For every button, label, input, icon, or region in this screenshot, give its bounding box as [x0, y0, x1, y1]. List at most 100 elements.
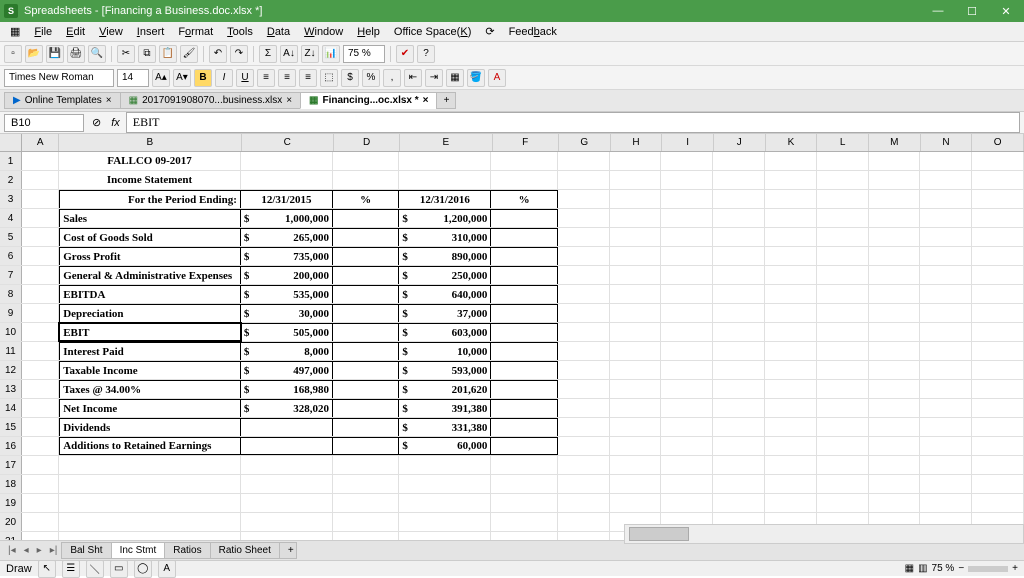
col-header-N[interactable]: N [921, 134, 973, 151]
cell[interactable] [22, 456, 59, 474]
cell[interactable] [22, 304, 59, 322]
cell[interactable] [972, 380, 1024, 398]
font-color-icon[interactable]: A [488, 69, 506, 87]
undo-icon[interactable]: ↶ [209, 45, 227, 63]
app-menu-icon[interactable]: ▦ [4, 23, 26, 40]
cell[interactable] [765, 342, 817, 360]
cell[interactable] [713, 266, 765, 284]
cell[interactable] [22, 247, 59, 265]
cell[interactable] [22, 513, 59, 531]
cell[interactable] [558, 380, 610, 398]
menu-insert[interactable]: Insert [131, 24, 171, 40]
cell[interactable] [765, 152, 817, 170]
scrollbar-thumb[interactable] [629, 527, 689, 541]
cell[interactable]: EBITDA [59, 285, 241, 303]
cell[interactable] [869, 342, 921, 360]
cell[interactable] [817, 380, 869, 398]
cell[interactable]: $497,000 [241, 361, 333, 379]
cell[interactable] [610, 152, 662, 170]
maximize-button[interactable]: ☐ [958, 2, 986, 20]
cell[interactable] [972, 437, 1024, 455]
cell[interactable] [765, 494, 817, 512]
view-normal-icon[interactable]: ▦ [905, 563, 914, 574]
cell[interactable] [558, 285, 610, 303]
cell[interactable] [333, 494, 399, 512]
cell[interactable] [817, 342, 869, 360]
prev-sheet-icon[interactable]: ◂ [20, 545, 33, 556]
cell[interactable] [765, 228, 817, 246]
cell[interactable] [713, 437, 765, 455]
draw-oval-icon[interactable]: ◯ [134, 560, 152, 578]
cell[interactable] [869, 361, 921, 379]
cell[interactable] [22, 190, 59, 208]
cell[interactable] [22, 152, 59, 170]
cell[interactable] [661, 399, 713, 417]
row-header[interactable]: 10 [0, 323, 22, 341]
cell[interactable] [610, 323, 662, 341]
cell[interactable] [817, 228, 869, 246]
cell[interactable] [817, 475, 869, 493]
cell[interactable] [869, 380, 921, 398]
cell[interactable] [558, 323, 610, 341]
cell[interactable] [22, 228, 59, 246]
cell[interactable] [765, 456, 817, 474]
cell[interactable] [713, 209, 765, 227]
cut-icon[interactable]: ✂ [117, 45, 135, 63]
cell[interactable] [661, 228, 713, 246]
minimize-button[interactable]: — [924, 2, 952, 20]
sort-desc-icon[interactable]: Z↓ [301, 45, 319, 63]
font-size-combo[interactable]: 14 [117, 69, 149, 87]
row-header[interactable]: 20 [0, 513, 22, 531]
cell[interactable] [817, 171, 869, 189]
zoom-out-icon[interactable]: − [958, 563, 964, 574]
cell[interactable] [972, 285, 1024, 303]
cell[interactable] [817, 361, 869, 379]
menu-window[interactable]: Window [298, 24, 349, 40]
cell[interactable] [713, 380, 765, 398]
cell[interactable]: % [333, 190, 399, 208]
cell-selected[interactable]: EBIT [59, 323, 241, 341]
cell[interactable] [661, 323, 713, 341]
cell[interactable] [491, 247, 557, 265]
comma-icon[interactable]: , [383, 69, 401, 87]
tab-doc2[interactable]: ▦ Financing...oc.xlsx * × [300, 92, 437, 109]
cell[interactable] [661, 437, 713, 455]
cell[interactable] [558, 171, 610, 189]
cell[interactable] [869, 418, 921, 436]
cell[interactable] [22, 266, 59, 284]
cell[interactable] [869, 475, 921, 493]
col-header-I[interactable]: I [662, 134, 714, 151]
col-header-L[interactable]: L [817, 134, 869, 151]
row-header[interactable]: 4 [0, 209, 22, 227]
cell[interactable] [817, 209, 869, 227]
cell[interactable]: Net Income [59, 399, 241, 417]
cell[interactable] [333, 209, 399, 227]
cell[interactable]: Depreciation [59, 304, 241, 322]
preview-icon[interactable]: 🔍 [88, 45, 106, 63]
row-header[interactable]: 17 [0, 456, 22, 474]
cell[interactable] [869, 285, 921, 303]
cell[interactable]: $391,380 [399, 399, 491, 417]
cell[interactable] [661, 247, 713, 265]
cell[interactable] [610, 399, 662, 417]
col-header-K[interactable]: K [766, 134, 818, 151]
formula-input[interactable]: EBIT [126, 112, 1020, 133]
tab-doc1[interactable]: ▦ 2017091908070...business.xlsx × [120, 92, 301, 109]
cell[interactable] [972, 361, 1024, 379]
cell[interactable] [59, 494, 241, 512]
cell[interactable] [920, 266, 972, 284]
cell[interactable] [972, 304, 1024, 322]
cell[interactable]: 12/31/2015 [241, 190, 333, 208]
decrease-font-icon[interactable]: A▾ [173, 69, 191, 87]
cell[interactable] [817, 456, 869, 474]
cell[interactable] [817, 437, 869, 455]
row-header[interactable]: 11 [0, 342, 22, 360]
cell[interactable]: $250,000 [399, 266, 491, 284]
cell[interactable] [817, 323, 869, 341]
col-header-D[interactable]: D [334, 134, 400, 151]
row-header[interactable]: 9 [0, 304, 22, 322]
cell[interactable] [241, 152, 333, 170]
cell[interactable] [920, 475, 972, 493]
cell[interactable]: $10,000 [399, 342, 491, 360]
cell[interactable] [491, 152, 557, 170]
